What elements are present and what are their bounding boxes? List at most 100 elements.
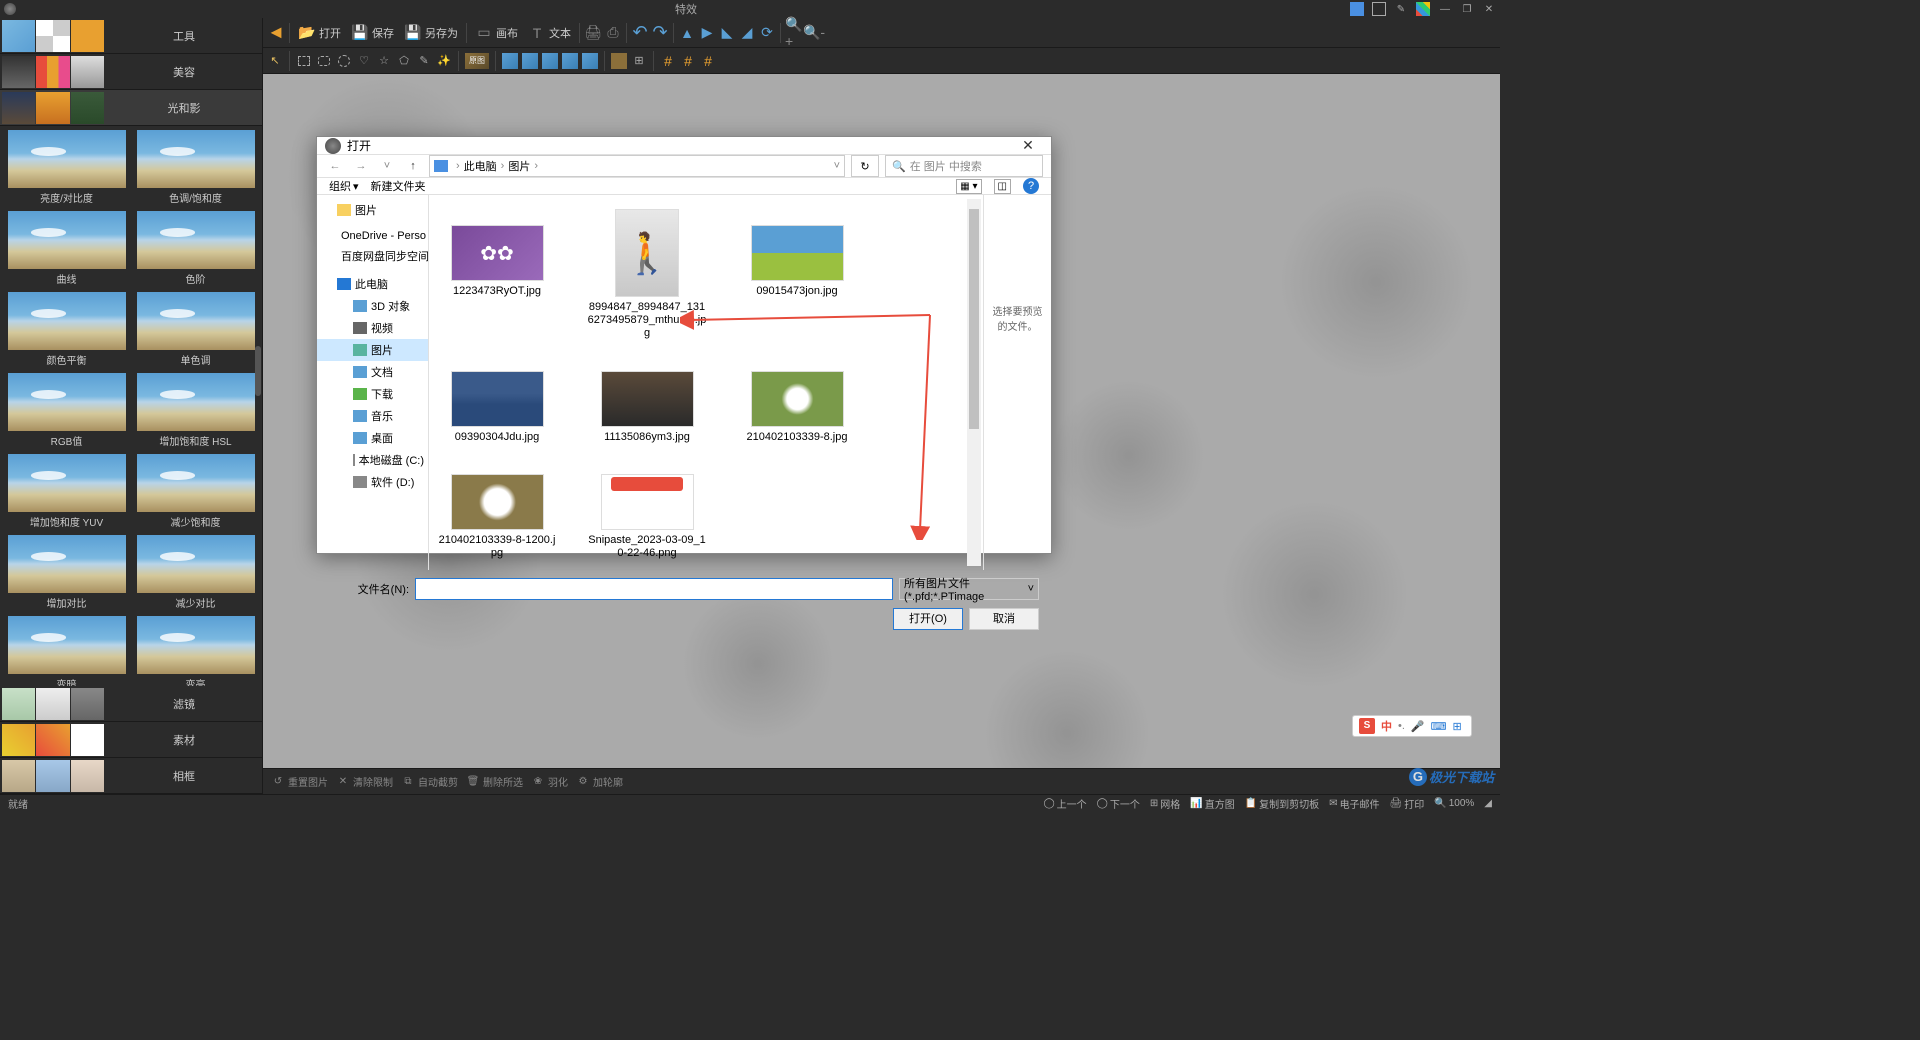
lasso-select-icon[interactable]: ✎ [416, 53, 432, 69]
panel-icon[interactable] [1350, 2, 1364, 16]
print-button[interactable]: 🖨 打印 [1390, 796, 1425, 811]
tree-item[interactable]: 文档 [317, 361, 428, 383]
search-input[interactable]: 🔍 在 图片 中搜索 [885, 155, 1043, 177]
heart-select-icon[interactable]: ♡ [356, 53, 372, 69]
rotate-icon[interactable]: ⟳ [758, 24, 776, 42]
effect-item[interactable]: 变暗 [8, 616, 126, 686]
ime-lang[interactable]: 中 [1381, 718, 1392, 734]
tree-item[interactable]: 百度网盘同步空间 [317, 245, 428, 267]
fullscreen-icon[interactable] [1372, 2, 1386, 16]
clear-button[interactable]: ✕清除限制 [336, 774, 393, 789]
preview-toggle-icon[interactable]: ◫ [994, 179, 1011, 194]
delete-button[interactable]: 🗑删除所选 [466, 774, 523, 789]
file-item[interactable]: 210402103339-8.jpg [737, 351, 857, 444]
scrollbar[interactable] [255, 346, 261, 396]
category-frame[interactable]: 相框 [0, 758, 262, 794]
help-icon[interactable]: ? [1023, 178, 1039, 194]
pencil-icon[interactable]: ✎ [1394, 2, 1408, 16]
undo-icon[interactable]: ↶ [631, 24, 649, 42]
polygon-select-icon[interactable]: ⬠ [396, 53, 412, 69]
nav-forward-icon[interactable]: → [351, 160, 371, 172]
rot1-icon[interactable] [502, 53, 518, 69]
category-beauty[interactable]: 美容 [0, 54, 262, 90]
hash1-icon[interactable]: # [660, 53, 676, 69]
prev-button[interactable]: ◯ 上一个 [1043, 796, 1086, 811]
effect-item[interactable]: 减少对比 [137, 535, 255, 612]
tree-item[interactable]: 图片 [317, 339, 428, 361]
rot2-icon[interactable] [522, 53, 538, 69]
file-item[interactable]: 09390304Jdu.jpg [437, 351, 557, 444]
file-item[interactable]: Snipaste_2023-03-09_10-22-46.png [587, 454, 707, 560]
tree-item[interactable]: 图片 [317, 199, 428, 221]
organize-button[interactable]: 组织 ▾ [329, 178, 359, 194]
save-button[interactable]: 💾保存 [347, 22, 398, 44]
effect-item[interactable]: 颜色平衡 [8, 292, 126, 369]
refresh-icon[interactable]: ↻ [851, 155, 879, 177]
resize-grip-icon[interactable]: ◢ [1484, 798, 1492, 809]
nav-back-icon[interactable]: ← [325, 160, 345, 172]
breadcrumb-dropdown-icon[interactable]: ˅ [834, 160, 840, 172]
effect-item[interactable]: RGB值 [8, 373, 126, 450]
filetype-filter[interactable]: 所有图片文件 (*.pfd;*.PTimage˅ [899, 578, 1039, 600]
print-icon[interactable]: 🖨 [584, 24, 602, 42]
tree-item[interactable]: 桌面 [317, 427, 428, 449]
effect-item[interactable]: 单色调 [137, 292, 255, 369]
zoom-label[interactable]: 🔍 100% [1434, 798, 1474, 809]
tree-item[interactable]: 视频 [317, 317, 428, 339]
rect-select-icon[interactable] [296, 53, 312, 69]
clipboard-button[interactable]: 📋 复制到剪切板 [1245, 796, 1319, 811]
grid-icon[interactable]: ⊞ [631, 53, 647, 69]
effect-item[interactable]: 色调/饱和度 [137, 130, 255, 207]
effect-item[interactable]: 减少饱和度 [137, 454, 255, 531]
tree-item[interactable]: OneDrive - Perso [317, 227, 428, 245]
file-item[interactable]: 8994847_8994847_1316273495879_mthumb.jpg [587, 205, 707, 341]
rrect-select-icon[interactable] [316, 53, 332, 69]
ime-mic-icon[interactable]: 🎤 [1411, 720, 1425, 733]
effect-item[interactable]: 增加饱和度 YUV [8, 454, 126, 531]
file-item[interactable]: 210402103339-8-1200.jpg [437, 454, 557, 560]
flip-h-icon[interactable]: ▲ [678, 24, 696, 42]
histogram-button[interactable]: 📊 直方图 [1190, 796, 1234, 811]
rot4-icon[interactable] [562, 53, 578, 69]
autocrop-button[interactable]: ⧉自动截剪 [401, 774, 458, 789]
ime-toolbar[interactable]: S 中 •. 🎤 ⌨ ⊞ [1352, 715, 1472, 737]
file-item[interactable]: 11135086ym3.jpg [587, 351, 707, 444]
wand-select-icon[interactable]: ✨ [436, 53, 452, 69]
newfolder-button[interactable]: 新建文件夹 [371, 178, 426, 194]
feather-button[interactable]: ❀羽化 [531, 774, 568, 789]
palette-icon[interactable] [1416, 2, 1430, 16]
grid-button[interactable]: ⊞ 网格 [1150, 796, 1180, 811]
ime-menu-icon[interactable]: ⊞ [1453, 720, 1462, 733]
effect-item[interactable]: 增加对比 [8, 535, 126, 612]
star-select-icon[interactable]: ☆ [376, 53, 392, 69]
back-icon[interactable]: ◄ [267, 24, 285, 42]
saveas-button[interactable]: 💾另存为 [400, 22, 462, 44]
nav-recent-icon[interactable]: ˅ [377, 160, 397, 172]
maximize-icon[interactable]: ❐ [1460, 2, 1474, 16]
circle-select-icon[interactable] [336, 53, 352, 69]
rotate-l-icon[interactable]: ◣ [718, 24, 736, 42]
open-button[interactable]: 打开(O) [893, 608, 963, 630]
zoom-out-icon[interactable]: 🔍- [805, 24, 823, 42]
file-item[interactable]: 09015473jon.jpg [737, 205, 857, 341]
rot3-icon[interactable] [542, 53, 558, 69]
scan-icon[interactable]: ⎙ [604, 24, 622, 42]
filename-input[interactable] [415, 578, 893, 600]
zoom-in-icon[interactable]: 🔍+ [785, 24, 803, 42]
nav-up-icon[interactable]: ↑ [403, 160, 423, 172]
canvas-button[interactable]: ▭画布 [471, 22, 522, 44]
close-icon[interactable]: ✕ [1013, 137, 1043, 154]
rotate-r-icon[interactable]: ◢ [738, 24, 756, 42]
file-item[interactable]: 1223473RyOT.jpg [437, 205, 557, 341]
hash3-icon[interactable]: # [700, 53, 716, 69]
tree-item[interactable]: 下载 [317, 383, 428, 405]
rot5-icon[interactable] [582, 53, 598, 69]
hash2-icon[interactable]: # [680, 53, 696, 69]
pointer-icon[interactable]: ↖ [267, 53, 283, 69]
effect-item[interactable]: 色阶 [137, 211, 255, 288]
tree-item[interactable]: 本地磁盘 (C:) [317, 449, 428, 471]
tree-item[interactable]: 音乐 [317, 405, 428, 427]
crop1-icon[interactable] [611, 53, 627, 69]
files-scrollbar[interactable] [967, 199, 981, 566]
text-button[interactable]: T文本 [524, 22, 575, 44]
